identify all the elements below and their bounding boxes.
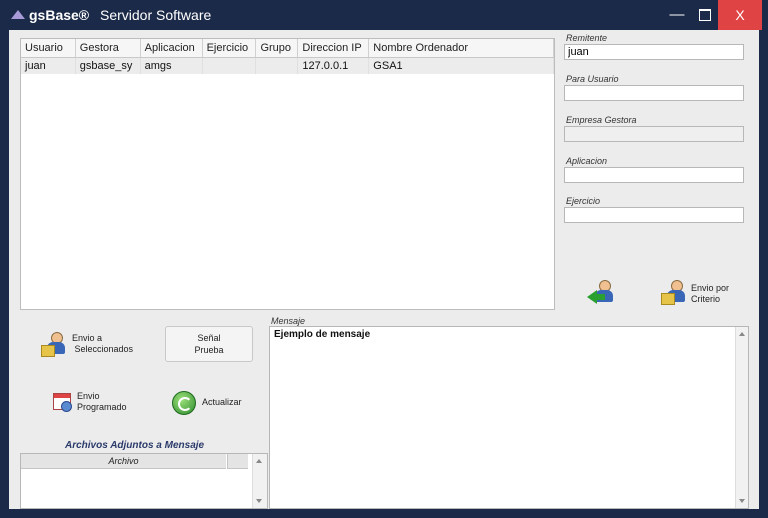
actualizar-label: Actualizar [202,397,242,407]
column-header[interactable]: Usuario [21,39,76,58]
column-header[interactable]: Direccion IP [297,39,370,58]
column-header[interactable]: Gestora [75,39,141,58]
column-header[interactable]: Aplicacion [140,39,203,58]
senal-prueba-button[interactable]: Señal Prueba [165,326,253,362]
archivo-column-header[interactable]: Archivo [21,454,226,469]
scroll-down-icon[interactable] [739,499,745,503]
close-icon: X [735,7,745,23]
aplicacion-field[interactable] [564,167,744,183]
scroll-up-icon[interactable] [739,332,745,336]
maximize-icon [699,9,711,22]
para-usuario-label: Para Usuario [566,74,619,84]
maximize-button[interactable] [688,0,722,30]
envio-criterio-label: Envio por Criterio [691,283,730,304]
envio-seleccionados-label: Envio a Seleccionados [72,333,134,354]
column-header[interactable]: Nombre Ordenador [368,39,554,58]
para-usuario-field[interactable] [564,85,744,101]
archivos-adjuntos-title: Archivos Adjuntos a Mensaje [65,440,205,451]
main-panel: Usuario Gestora Aplicacion Ejercicio Gru… [9,30,759,509]
mensaje-label: Mensaje [271,316,306,326]
refresh-icon [172,391,196,415]
envio-a-seleccionados-button[interactable]: Envio a Seleccionados [39,330,149,360]
table-cell: GSA1 [368,57,554,74]
attachments-table[interactable]: Archivo [20,453,268,509]
ejercicio-label: Ejercicio [566,196,601,206]
envio-programado-label: Envio Programado [77,391,127,412]
window-title: Servidor Software [100,7,212,23]
attachments-scrollbar[interactable] [252,454,267,508]
user-arrow-icon [587,280,615,304]
table-header-row: Usuario Gestora Aplicacion Ejercicio Gru… [21,39,554,58]
table-cell: amgs [140,57,203,74]
select-user-button[interactable] [587,280,617,308]
actualizar-button[interactable]: Actualizar [172,391,262,417]
table-row[interactable]: juan gsbase_sy amgs 127.0.0.1 GSA1 [21,57,554,74]
table-cell [202,57,257,74]
table-cell: 127.0.0.1 [297,57,370,74]
empresa-gestora-label: Empresa Gestora [566,115,637,125]
user-folder-icon [661,280,687,305]
table-cell: gsbase_sy [75,57,141,74]
app-logo-icon [11,10,25,19]
mensaje-text: Ejemplo de mensaje [274,329,371,340]
table-cell [255,57,299,74]
scroll-up-icon[interactable] [256,459,262,463]
minimize-icon: — [669,6,685,23]
remitente-field[interactable] [564,44,744,60]
senal-prueba-label: Señal Prueba [194,333,224,355]
scroll-down-icon[interactable] [256,499,262,503]
ejercicio-field[interactable] [564,207,744,223]
calendar-clock-icon [51,391,72,412]
empresa-gestora-field[interactable] [564,126,744,142]
close-button[interactable]: X [718,0,762,30]
sessions-table[interactable]: Usuario Gestora Aplicacion Ejercicio Gru… [20,38,555,310]
app-name: gsBase® [29,7,90,23]
column-header[interactable]: Grupo [255,39,299,58]
mensaje-scrollbar[interactable] [735,327,748,508]
column-header-filler [227,454,248,469]
aplicacion-label: Aplicacion [566,156,608,166]
table-cell: juan [21,57,76,74]
envio-por-criterio-button[interactable]: Envio por Criterio [659,280,749,310]
remitente-label: Remitente [566,33,608,43]
mensaje-textarea[interactable]: Ejemplo de mensaje [269,326,749,509]
column-header[interactable]: Ejercicio [202,39,257,58]
envio-programado-button[interactable]: Envio Programado [49,388,139,416]
user-folder-icon [41,332,67,357]
title-bar: gsBase® Servidor Software — X [0,0,768,30]
